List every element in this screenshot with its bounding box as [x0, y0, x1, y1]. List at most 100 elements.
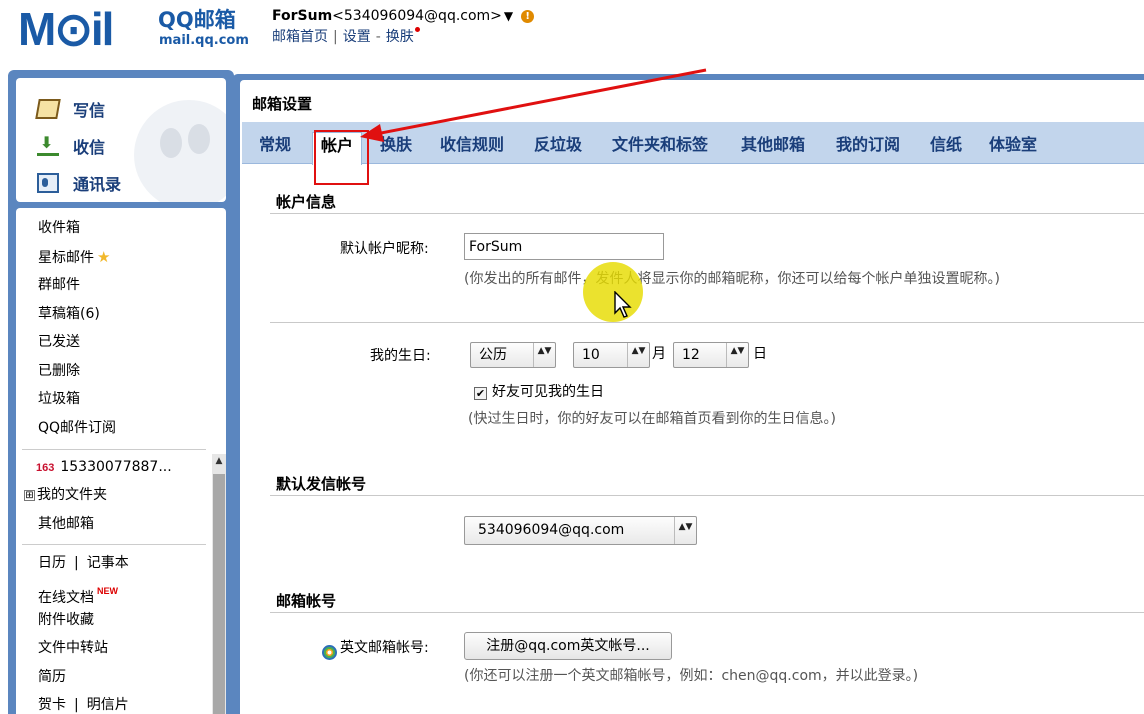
compose-button[interactable]: 写信 — [35, 95, 106, 123]
external-account-item[interactable]: 163 15330077887... — [36, 456, 172, 478]
month-unit: 月 — [652, 346, 666, 362]
mailbox-home-link[interactable]: 邮箱首页 — [272, 29, 328, 45]
write-icon — [35, 99, 61, 119]
qq-mail-logo[interactable]: M⊙il QQ邮箱 mail.qq.com — [18, 6, 250, 52]
receive-button[interactable]: 收信 — [37, 132, 105, 160]
folder-list: 收件箱 星标邮件 ★ 群邮件 草稿箱(6) 已发送 已删除 垃圾箱 QQ邮件订阅 … — [16, 208, 226, 714]
external-account-label: 15330077887... — [60, 459, 172, 475]
my-folders-label: 我的文件夹 — [37, 487, 107, 503]
day-unit: 日 — [753, 346, 767, 362]
folder-starred[interactable]: 星标邮件 ★ — [38, 246, 110, 268]
folder-subscriptions[interactable]: QQ邮件订阅 — [38, 417, 116, 439]
attachments-item[interactable]: 附件收藏 — [38, 609, 94, 631]
change-skin-link[interactable]: 换肤 — [386, 29, 414, 45]
top-header: M⊙il QQ邮箱 mail.qq.com ForSum<534096094@q… — [0, 0, 1144, 70]
online-docs-label: 在线文档 — [38, 590, 94, 606]
tab-folders-labels[interactable]: 文件夹和标签 — [612, 134, 708, 162]
account-info-title: 帐户信息 — [276, 193, 337, 211]
file-transfer-item[interactable]: 文件中转站 — [38, 637, 108, 659]
logo-domain: mail.qq.com — [159, 33, 249, 48]
calendar-notes-row: 日历 | 记事本 — [38, 552, 129, 574]
calendar-link[interactable]: 日历 — [38, 555, 66, 571]
compose-label: 写信 — [73, 101, 106, 120]
section-divider — [270, 495, 1144, 496]
tab-anti-spam[interactable]: 反垃圾 — [534, 134, 582, 162]
mailbox-account-title: 邮箱帐号 — [276, 592, 337, 610]
account-email: <534096094@qq.com> — [332, 8, 502, 24]
greeting-card-link[interactable]: 贺卡 — [38, 697, 66, 713]
contacts-button[interactable]: 通讯录 — [37, 169, 121, 197]
account-name: ForSum — [272, 8, 333, 24]
mouse-cursor-icon — [614, 291, 632, 318]
settings-tabs: 常规 帐户 换肤 收信规则 反垃圾 文件夹和标签 其他邮箱 我的订阅 信纸 体验… — [242, 122, 1144, 165]
quick-actions: 写信 收信 通讯录 — [16, 78, 226, 202]
contacts-label: 通讯录 — [73, 175, 122, 194]
month-select[interactable]: 10 ▲▼ — [573, 342, 650, 368]
tab-lab[interactable]: 体验室 — [989, 134, 1037, 162]
contacts-icon — [37, 173, 59, 193]
tab-other-mailbox[interactable]: 其他邮箱 — [741, 134, 805, 162]
receive-label: 收信 — [73, 138, 106, 157]
default-sender-value: 534096094@qq.com — [478, 522, 625, 538]
birthday-visible-checkbox[interactable]: ✔ — [474, 387, 487, 400]
birthday-label: 我的生日: — [370, 348, 431, 364]
section-divider — [270, 612, 1144, 613]
left-sidebar: 写信 收信 通讯录 收件箱 星标邮件★ 群邮件 草稿箱(6) 已发送 已删除 垃… — [8, 70, 234, 714]
link-separator: | — [74, 555, 79, 571]
postcard-link[interactable]: 明信片 — [87, 697, 129, 713]
birthday-hint: (快过生日时，你的好友可以在邮箱首页看到你的生日信息。) — [468, 411, 836, 427]
scroll-up-icon[interactable]: ▲ — [212, 454, 226, 468]
select-arrows-icon: ▲▼ — [726, 343, 748, 367]
qq-mail-settings-page: M⊙il QQ邮箱 mail.qq.com ForSum<534096094@q… — [0, 0, 1144, 714]
select-arrows-icon: ▲▼ — [627, 343, 649, 367]
expand-icon[interactable]: ⊞ — [24, 490, 35, 501]
logo-brand: QQ邮箱 — [158, 8, 236, 32]
nickname-input[interactable] — [464, 233, 664, 260]
tab-stationery[interactable]: 信纸 — [930, 134, 962, 162]
cards-row: 贺卡 | 明信片 — [38, 694, 129, 714]
star-icon: ★ — [97, 248, 111, 266]
link-separator: | — [74, 697, 79, 713]
settings-panel: 邮箱设置 常规 帐户 换肤 收信规则 反垃圾 文件夹和标签 其他邮箱 我的订阅 … — [240, 80, 1144, 714]
folder-inbox[interactable]: 收件箱 — [38, 217, 80, 239]
english-mailbox-icon — [322, 645, 337, 660]
sidebar-scrollbar[interactable]: ▲ — [212, 454, 226, 714]
tab-skin[interactable]: 换肤 — [380, 134, 412, 162]
section-divider — [270, 322, 1144, 323]
nickname-hint: (你发出的所有邮件，发件人将显示你的邮箱昵称，你还可以给每个帐户单独设置昵称。) — [464, 271, 1000, 287]
birthday-visible-label[interactable]: 好友可见我的生日 — [492, 382, 604, 402]
folder-sent[interactable]: 已发送 — [38, 331, 80, 353]
default-sender-select[interactable]: 534096094@qq.com ▲▼ — [464, 516, 697, 545]
folder-drafts[interactable]: 草稿箱(6) — [38, 303, 100, 325]
nickname-label: 默认帐户昵称: — [340, 241, 429, 257]
day-select[interactable]: 12 ▲▼ — [673, 342, 749, 368]
section-divider — [270, 213, 1144, 214]
folder-group[interactable]: 群邮件 — [38, 274, 80, 296]
link-separator: | — [333, 29, 338, 45]
folder-spam[interactable]: 垃圾箱 — [38, 388, 80, 410]
logo-mail-text: M⊙il — [18, 3, 114, 55]
my-folders-item[interactable]: ⊞ 我的文件夹 — [24, 484, 107, 506]
calendar-type-value: 公历 — [479, 347, 507, 363]
tab-general[interactable]: 常规 — [259, 134, 291, 162]
tab-mail-rules[interactable]: 收信规则 — [440, 134, 504, 162]
warning-icon[interactable]: ! — [521, 10, 535, 23]
penguin-decoration-icon — [134, 100, 226, 202]
inbox-icon — [37, 133, 59, 156]
scroll-thumb[interactable] — [213, 474, 225, 714]
top-links: 邮箱首页 | 设置 - 换肤 — [272, 27, 420, 47]
select-arrows-icon: ▲▼ — [533, 343, 555, 367]
notes-link[interactable]: 记事本 — [87, 555, 129, 571]
default-sender-title: 默认发信帐号 — [276, 475, 367, 493]
account-dropdown-icon[interactable]: ▼ — [504, 9, 513, 23]
register-english-account-button[interactable]: 注册@qq.com英文帐号... — [464, 632, 672, 660]
folder-deleted[interactable]: 已删除 — [38, 360, 80, 382]
settings-link[interactable]: 设置 — [343, 29, 371, 45]
page-title: 邮箱设置 — [252, 95, 313, 113]
account-info: ForSum<534096094@qq.com> ▼! — [272, 6, 535, 26]
calendar-type-select[interactable]: 公历 ▲▼ — [470, 342, 556, 368]
online-docs-item[interactable]: 在线文档 NEW — [38, 580, 118, 606]
other-mailbox-item[interactable]: 其他邮箱 — [38, 513, 94, 535]
resume-item[interactable]: 简历 — [38, 666, 66, 688]
tab-my-subscriptions[interactable]: 我的订阅 — [836, 134, 900, 162]
